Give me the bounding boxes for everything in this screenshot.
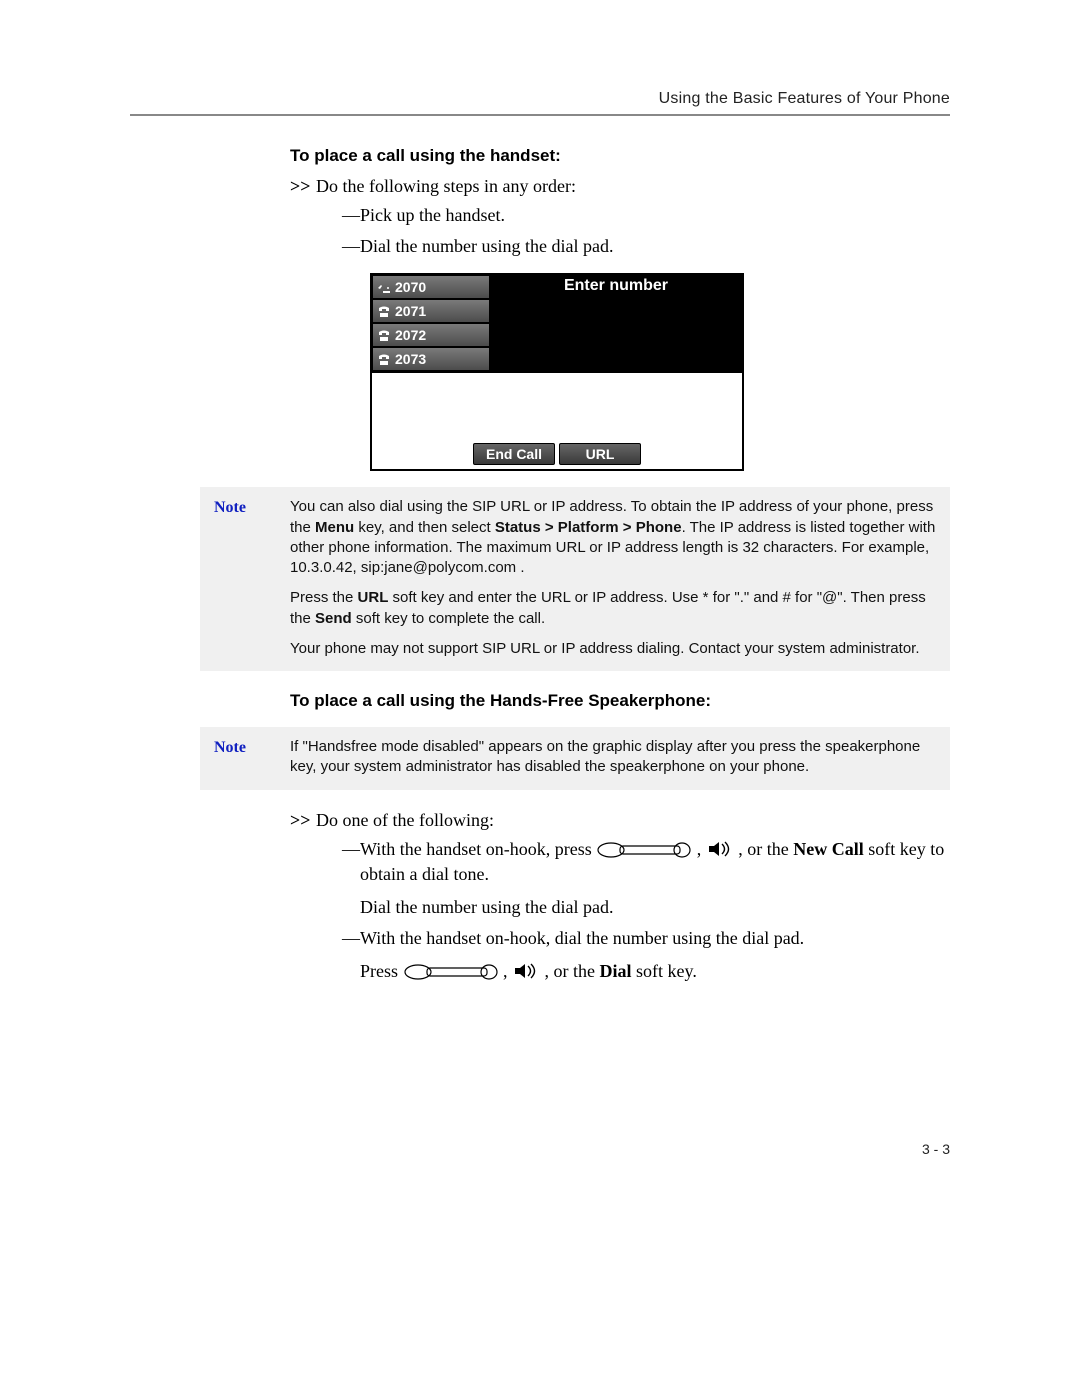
phone-softkey-row: End Call URL (372, 439, 742, 469)
phone-line-keys: 2070 2071 2072 (372, 275, 490, 371)
text: , or the (738, 839, 793, 859)
text: , (503, 961, 512, 981)
phone-line-1-number: 2070 (395, 279, 426, 295)
step-marker: >> (290, 176, 316, 197)
handset-off-hook-icon (377, 281, 391, 293)
phone-line-3-number: 2072 (395, 327, 426, 343)
text: With the handset on-hook, dial the numbe… (360, 928, 804, 948)
line-key-icon (403, 963, 499, 981)
bullet: Pick up the handset. (342, 203, 950, 228)
header-rule (130, 114, 950, 116)
note-label: Note (214, 497, 290, 659)
speaker-key-icon (512, 961, 540, 981)
phone-icon (377, 305, 391, 317)
page-number: 3 - 3 (922, 1141, 950, 1157)
speaker-key-icon (706, 839, 734, 859)
note-body: You can also dial using the SIP URL or I… (290, 497, 936, 659)
page: Using the Basic Features of Your Phone T… (0, 0, 1080, 1397)
note-box-2: Note If "Handsfree mode disabled" appear… (200, 727, 950, 790)
phone-line-2: 2071 (372, 299, 490, 323)
line-key-icon (596, 841, 692, 859)
phone-icon (377, 353, 391, 365)
phone-line-1: 2070 (372, 275, 490, 299)
note-box-1: Note You can also dial using the SIP URL… (200, 487, 950, 671)
note1-p1: You can also dial using the SIP URL or I… (290, 497, 936, 578)
note1-p2: Press the URL soft key and enter the URL… (290, 588, 936, 629)
bullet-subpara: Press , , or the Dial soft key. (360, 959, 950, 984)
section3-step-text: Do one of the following: (316, 810, 494, 830)
section3-bullets: With the handset on-hook, press , , or t… (290, 837, 950, 985)
phone-line-4: 2073 (372, 347, 490, 371)
phone-screen-right: Enter number (490, 275, 742, 371)
text: Press the (290, 589, 358, 606)
section3-step: >>Do one of the following: (290, 810, 950, 831)
phone-screen-top: 2070 2071 2072 (372, 275, 742, 373)
bullet-subpara: Dial the number using the dial pad. (360, 895, 950, 920)
text: With the handset on-hook, press (360, 839, 596, 859)
bullet: With the handset on-hook, dial the numbe… (342, 926, 950, 984)
text: soft key. (632, 961, 697, 981)
softkey-name: Send (315, 610, 352, 627)
section1-title: To place a call using the handset: (290, 146, 950, 166)
phone-screen-blank (372, 373, 742, 439)
menu-path: Status > Platform > Phone (495, 519, 682, 536)
text: , (697, 839, 706, 859)
text: Press (360, 961, 403, 981)
softkey-name: Dial (600, 961, 632, 981)
text: , or the (545, 961, 600, 981)
softkey-url: URL (559, 443, 641, 465)
phone-screen-title: Enter number (490, 275, 742, 297)
bullet: Dial the number using the dial pad. (342, 234, 950, 259)
bullet: With the handset on-hook, press , , or t… (342, 837, 950, 921)
note2-p1: If "Handsfree mode disabled" appears on … (290, 737, 936, 778)
phone-line-2-number: 2071 (395, 303, 426, 319)
text: soft key to complete the call. (352, 610, 545, 627)
phone-line-3: 2072 (372, 323, 490, 347)
section1-bullets: Pick up the handset. Dial the number usi… (290, 203, 950, 259)
phone-screen-figure: 2070 2071 2072 (370, 273, 744, 471)
step-marker: >> (290, 810, 316, 831)
section1-step: >>Do the following steps in any order: (290, 176, 950, 197)
softkey-end-call: End Call (473, 443, 555, 465)
phone-line-4-number: 2073 (395, 351, 426, 367)
phone-screen-entry-area (490, 297, 742, 371)
softkey-name: URL (358, 589, 389, 606)
softkey-name: New Call (793, 839, 864, 859)
section1-step-text: Do the following steps in any order: (316, 176, 576, 196)
note-label: Note (214, 737, 290, 778)
running-head: Using the Basic Features of Your Phone (130, 90, 950, 108)
note1-p3: Your phone may not support SIP URL or IP… (290, 639, 936, 659)
note-body: If "Handsfree mode disabled" appears on … (290, 737, 936, 778)
text: key, and then select (354, 519, 495, 536)
content-column: To place a call using the handset: >>Do … (290, 146, 950, 985)
section2-title: To place a call using the Hands-Free Spe… (290, 691, 950, 711)
phone-icon (377, 329, 391, 341)
menu-key-name: Menu (315, 519, 354, 536)
